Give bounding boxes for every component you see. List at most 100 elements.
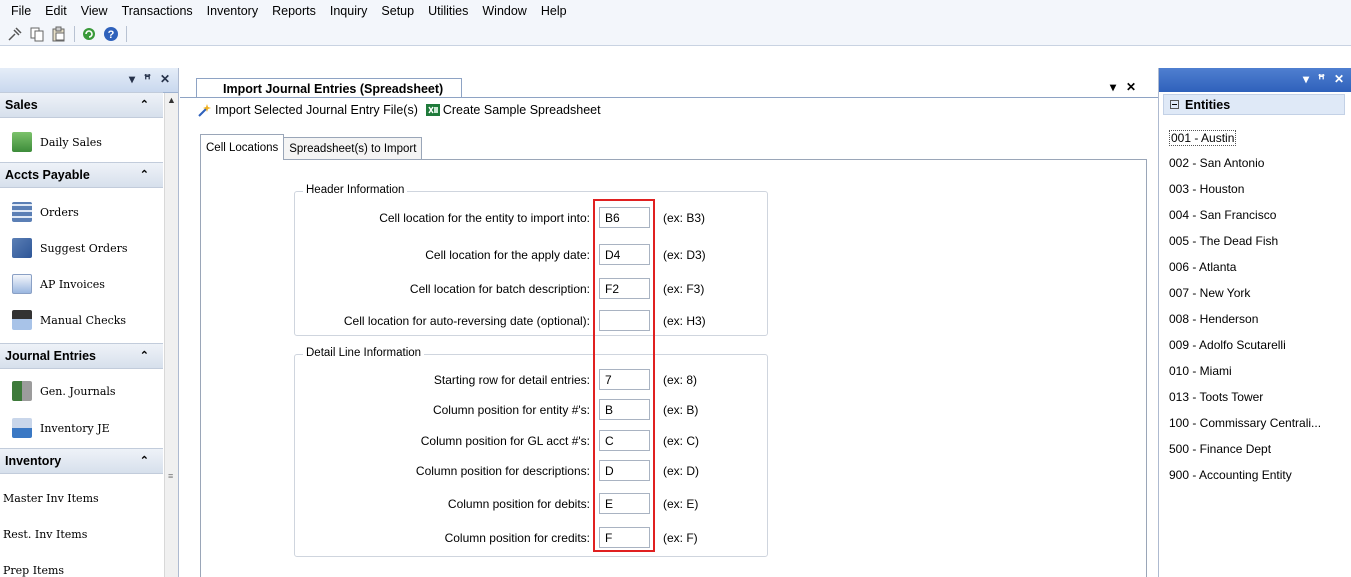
field-example: (ex: F3) (663, 282, 705, 296)
entity-item[interactable]: 009 - Adolfo Scutarelli (1169, 332, 1286, 358)
nav-item-ap-invoices[interactable]: AP Invoices (0, 266, 163, 302)
entity-item[interactable]: 900 - Accounting Entity (1169, 462, 1292, 488)
menu-edit[interactable]: Edit (38, 4, 74, 18)
entity-item[interactable]: 002 - San Antonio (1169, 150, 1264, 176)
create-sample-button[interactable]: Create Sample Spreadsheet (424, 103, 601, 117)
nav-item-label: Daily Sales (40, 135, 102, 149)
daily-sales-icon (12, 132, 32, 152)
debits-column-input[interactable] (599, 493, 650, 514)
paste-icon[interactable] (50, 25, 68, 43)
excel-icon (425, 104, 440, 116)
tab-cell-locations[interactable]: Cell Locations (200, 134, 285, 160)
svg-text:?: ? (108, 29, 115, 41)
menu-setup[interactable]: Setup (374, 4, 421, 18)
menu-inventory[interactable]: Inventory (200, 4, 265, 18)
nav-item-rest-inv-items[interactable]: Rest. Inv Items (0, 516, 163, 552)
help-icon[interactable]: ? (102, 25, 120, 43)
menu-reports[interactable]: Reports (265, 4, 323, 18)
entity-label: 009 - Adolfo Scutarelli (1169, 338, 1286, 352)
entities-tree-header[interactable]: Entities (1163, 94, 1345, 115)
document-tab-underline (180, 97, 1160, 98)
chevron-down-icon[interactable]: ▾ (129, 72, 135, 86)
entity-item[interactable]: 003 - Houston (1169, 176, 1244, 202)
nav-item-daily-sales[interactable]: Daily Sales (0, 124, 163, 160)
document-window-controls: ▾ ✕ (1110, 80, 1136, 94)
collapse-icon[interactable]: ⌃ (140, 168, 149, 181)
menu-file[interactable]: File (4, 4, 38, 18)
nav-section-sales[interactable]: Sales ⌃ (0, 92, 163, 118)
copy-icon[interactable] (28, 25, 46, 43)
entity-item[interactable]: 500 - Finance Dept (1169, 436, 1271, 462)
nav-item-label: Suggest Orders (40, 241, 128, 255)
apply-date-cell-input[interactable] (599, 244, 650, 265)
nav-item-prep-items[interactable]: Prep Items (0, 552, 163, 577)
nav-item-suggest-orders[interactable]: Suggest Orders (0, 230, 163, 266)
entity-item[interactable]: 007 - New York (1169, 280, 1250, 306)
collapse-icon[interactable]: ⌃ (140, 98, 149, 111)
menu-transactions[interactable]: Transactions (115, 4, 200, 18)
toolbar-separator (74, 25, 75, 42)
entity-column-input[interactable] (599, 399, 650, 420)
menu-window[interactable]: Window (475, 4, 533, 18)
refresh-icon[interactable] (80, 25, 98, 43)
collapse-box-icon[interactable] (1170, 100, 1179, 109)
gl-acct-column-input[interactable] (599, 430, 650, 451)
left-panel-scrollbar[interactable]: ▲ ≡ (164, 93, 178, 577)
entity-item[interactable]: 100 - Commissary Centrali... (1169, 410, 1321, 436)
entity-item[interactable]: 004 - San Francisco (1169, 202, 1276, 228)
nav-section-journal-entries[interactable]: Journal Entries ⌃ (0, 343, 163, 369)
entity-item[interactable]: 008 - Henderson (1169, 306, 1258, 332)
nav-item-label: Prep Items (3, 563, 65, 577)
entity-item[interactable]: 005 - The Dead Fish (1169, 228, 1278, 254)
batch-description-cell-input[interactable] (599, 278, 650, 299)
entity-item[interactable]: 006 - Atlanta (1169, 254, 1236, 280)
form-row-gl-acct-column: Column position for GL acct #'s: (ex: C) (295, 430, 769, 454)
field-example: (ex: 8) (663, 373, 698, 387)
close-icon[interactable]: ✕ (160, 72, 170, 86)
entity-cell-input[interactable] (599, 207, 650, 228)
menu-help[interactable]: Help (534, 4, 574, 18)
nav-item-manual-checks[interactable]: Manual Checks (0, 302, 163, 338)
menu-utilities[interactable]: Utilities (421, 4, 475, 18)
document-tab[interactable]: Import Journal Entries (Spreadsheet) (196, 78, 462, 98)
form-row-starting-row: Starting row for detail entries: (ex: 8) (295, 369, 769, 393)
scroll-up-icon[interactable]: ▲ (167, 95, 176, 105)
entity-item[interactable]: 013 - Toots Tower (1169, 384, 1263, 410)
nav-section-accts-payable[interactable]: Accts Payable ⌃ (0, 162, 163, 188)
pin-icon[interactable]: ꟸ (1318, 72, 1325, 86)
collapse-icon[interactable]: ⌃ (140, 349, 149, 362)
scroll-grip-icon[interactable]: ≡ (168, 471, 173, 481)
menu-view[interactable]: View (74, 4, 115, 18)
group-title: Detail Line Information (303, 347, 425, 359)
nav-item-inventory-je[interactable]: Inventory JE (0, 410, 163, 446)
nav-section-inventory[interactable]: Inventory ⌃ (0, 448, 163, 474)
nav-item-master-inv-items[interactable]: Master Inv Items (0, 480, 163, 516)
nav-item-orders[interactable]: Orders (0, 194, 163, 230)
close-icon[interactable]: ✕ (1126, 80, 1136, 94)
menu-inquiry[interactable]: Inquiry (323, 4, 375, 18)
entity-item[interactable]: 010 - Miami (1169, 358, 1232, 384)
group-title: Header Information (303, 184, 408, 196)
entities-panel-header: ▾ ꟸ ✕ (1159, 68, 1351, 92)
inventory-je-icon (12, 418, 32, 438)
starting-row-input[interactable] (599, 369, 650, 390)
close-icon[interactable]: ✕ (1334, 72, 1344, 86)
detail-line-information-group: Detail Line Information Starting row for… (294, 347, 769, 557)
tab-spreadsheets-to-import[interactable]: Spreadsheet(s) to Import (283, 137, 423, 160)
auto-reversing-date-cell-input[interactable] (599, 310, 650, 331)
chevron-down-icon[interactable]: ▾ (1110, 80, 1116, 94)
import-selected-button[interactable]: Import Selected Journal Entry File(s) (196, 103, 418, 117)
nav-item-gen-journals[interactable]: Gen. Journals (0, 373, 163, 409)
field-label: Cell location for the apply date: (425, 248, 590, 262)
field-example: (ex: B3) (663, 211, 706, 225)
pin-icon[interactable]: ꟸ (144, 72, 151, 86)
credits-column-input[interactable] (599, 527, 650, 548)
pin-icon[interactable] (6, 25, 24, 43)
chevron-down-icon[interactable]: ▾ (1303, 72, 1309, 86)
field-example: (ex: D) (663, 464, 699, 478)
descriptions-column-input[interactable] (599, 460, 650, 481)
form-row-credits-column: Column position for credits: (ex: F) (295, 527, 769, 551)
entity-item[interactable]: 001 - Austin (1169, 125, 1237, 151)
collapse-icon[interactable]: ⌃ (140, 454, 149, 467)
form-row-entity-column: Column position for entity #'s: (ex: B) (295, 399, 769, 423)
